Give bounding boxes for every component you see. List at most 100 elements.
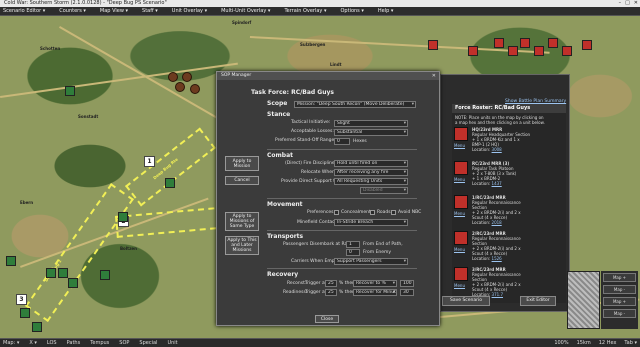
nato-unit-counter[interactable]: [65, 86, 75, 96]
nato-unit-counter[interactable]: [118, 212, 128, 222]
entry-menu[interactable]: Menu: [454, 177, 465, 182]
unit-icon[interactable]: [454, 127, 468, 141]
menu-unit-overlay[interactable]: Unit Overlay ▾: [172, 8, 207, 14]
apply-later-missions-button[interactable]: Apply to This and Later Missions: [225, 236, 259, 255]
roads-checkbox[interactable]: [370, 210, 375, 215]
map-zoom-in-button[interactable]: Map +: [603, 273, 636, 282]
reconst-trigger-input[interactable]: 25: [325, 280, 337, 287]
status-map[interactable]: Map: ▾: [3, 340, 19, 346]
minimize-button[interactable]: –: [619, 0, 622, 7]
map-zoom-out-button[interactable]: Map -: [603, 285, 636, 294]
apply-to-mission-button[interactable]: Apply to Mission: [225, 156, 259, 171]
carriers-label: Carriers When Empty:: [291, 259, 341, 264]
window-title: Cold War: Southern Storm (2.1.0.0128) - …: [4, 0, 167, 6]
exit-editor-button[interactable]: Exit Editor: [520, 296, 556, 306]
objective-marker[interactable]: 3: [16, 294, 27, 305]
entry-location[interactable]: 3008: [492, 147, 502, 152]
menu-scenario-editor[interactable]: Scenario Editor ▾: [3, 8, 45, 14]
entry-menu[interactable]: Menu: [454, 283, 465, 288]
menu-terrain-overlay[interactable]: Terrain Overlay ▾: [284, 8, 326, 14]
soviet-unit-counter[interactable]: [494, 38, 504, 48]
direct-fire-select[interactable]: Hold until fired on: [334, 160, 408, 167]
status-tempus[interactable]: Tempus: [90, 340, 109, 346]
roster-list[interactable]: NOTE: Place units on the map by clicking…: [452, 113, 566, 303]
entry-location[interactable]: 1526: [492, 256, 502, 261]
sop-manager-dialog: SOP Manager ✕ Task Force: RC/Bad Guys Sc…: [216, 71, 440, 326]
maximize-button[interactable]: □: [625, 0, 630, 7]
close-button[interactable]: Close: [315, 315, 339, 323]
tactical-initiative-select[interactable]: Slight: [334, 120, 408, 127]
nato-unit-counter[interactable]: [100, 270, 110, 280]
readiness-value-input[interactable]: 30: [400, 289, 414, 296]
map-zoom-out-button[interactable]: Map -: [603, 309, 636, 318]
acceptable-losses-select[interactable]: Substantial: [334, 129, 408, 136]
nato-unit-counter[interactable]: [32, 322, 42, 332]
soviet-unit-counter[interactable]: [428, 40, 438, 50]
scope-select[interactable]: Mission: "Deep South Recon" (Move Delibe…: [294, 101, 416, 108]
menu-counters[interactable]: Counters ▾: [59, 8, 86, 14]
passengers-end-input[interactable]: 1: [346, 241, 360, 248]
status-los[interactable]: LOS: [47, 340, 57, 346]
menu-staff[interactable]: Staff ▾: [142, 8, 158, 14]
nato-unit-counter[interactable]: [68, 278, 78, 288]
unit-icon[interactable]: [454, 195, 468, 209]
status-sop[interactable]: SOP: [119, 340, 129, 346]
nato-unit-counter[interactable]: [6, 256, 16, 266]
entry-location[interactable]: 2018: [492, 220, 502, 225]
entry-location[interactable]: 1437: [492, 181, 502, 186]
carriers-select[interactable]: Support Passengers: [334, 258, 408, 265]
direct-support-select[interactable]: All Requesting Units: [334, 178, 408, 185]
objective-marker[interactable]: 1: [144, 156, 155, 167]
entry-menu[interactable]: Menu: [454, 211, 465, 216]
nato-unit-counter[interactable]: [165, 178, 175, 188]
nato-unit-counter[interactable]: [58, 268, 68, 278]
soviet-unit-counter[interactable]: [508, 46, 518, 56]
menu-map-view[interactable]: Map View ▾: [100, 8, 128, 14]
soviet-unit-counter[interactable]: [520, 38, 530, 48]
passengers-enemy-input[interactable]: 0: [346, 249, 360, 256]
minimap[interactable]: [567, 271, 600, 329]
reconst-value-input[interactable]: 100: [400, 280, 414, 287]
contamination-icon: [168, 72, 178, 82]
unit-icon[interactable]: [454, 161, 468, 175]
unit-icon[interactable]: [454, 267, 468, 281]
soviet-unit-counter[interactable]: [562, 46, 572, 56]
entry-menu[interactable]: Menu: [454, 143, 465, 148]
roster-entry[interactable]: Menu 3/RC/23rd MRR Regular Reconnaissanc…: [454, 267, 564, 299]
soviet-unit-counter[interactable]: [582, 40, 592, 50]
roster-entry[interactable]: Menu RC/23rd MRR (3) Regular Task Platoo…: [454, 161, 564, 193]
roster-entry[interactable]: Menu 1/RC/23rd MRR Regular Reconnaissanc…: [454, 195, 564, 227]
status-paths[interactable]: Paths: [67, 340, 81, 346]
entry-menu[interactable]: Menu: [454, 247, 465, 252]
avoid-nbc-checkbox[interactable]: [391, 210, 396, 215]
cancel-button[interactable]: Cancel: [225, 176, 259, 185]
soviet-unit-counter[interactable]: [548, 38, 558, 48]
status-special[interactable]: Special: [139, 340, 157, 346]
roster-entry[interactable]: Menu 2/RC/23rd MRR Regular Reconnaissanc…: [454, 231, 564, 263]
minefield-select[interactable]: In-Stride Breach: [334, 219, 408, 226]
tab-select[interactable]: Tab ▾: [624, 340, 637, 346]
menu-multi-unit-overlay[interactable]: Multi-Unit Overlay ▾: [221, 8, 270, 14]
status-x[interactable]: X ▾: [29, 340, 37, 346]
nato-unit-counter[interactable]: [20, 308, 30, 318]
unit-icon[interactable]: [454, 231, 468, 245]
close-icon[interactable]: ✕: [432, 72, 436, 80]
direct-support-extra-select[interactable]: Disabled: [360, 187, 408, 194]
soviet-unit-counter[interactable]: [534, 46, 544, 56]
roster-entry[interactable]: Menu HQ/23rd MRR Regular Headquarter Sec…: [454, 127, 564, 159]
concealment-checkbox[interactable]: [334, 210, 339, 215]
nato-unit-counter[interactable]: [46, 268, 56, 278]
status-unit[interactable]: Unit: [167, 340, 177, 346]
menu-help[interactable]: Help ▾: [378, 8, 394, 14]
apply-same-type-button[interactable]: Apply to Missions of Same Type: [225, 212, 259, 231]
soviet-unit-counter[interactable]: [468, 46, 478, 56]
readiness-action-select[interactable]: Recover for Minutes: [353, 289, 397, 296]
menu-options[interactable]: Options ▾: [341, 8, 364, 14]
close-window-button[interactable]: ✕: [634, 0, 638, 7]
standoff-input[interactable]: 0: [334, 138, 350, 145]
reconst-action-select[interactable]: Recover to %: [353, 280, 397, 287]
readiness-trigger-input[interactable]: 25: [325, 289, 337, 296]
save-scenario-button[interactable]: Save Scenario: [442, 296, 490, 306]
map-zoom-in-button[interactable]: Map +: [603, 297, 636, 306]
relocate-select[interactable]: After receiving any fire: [334, 169, 408, 176]
